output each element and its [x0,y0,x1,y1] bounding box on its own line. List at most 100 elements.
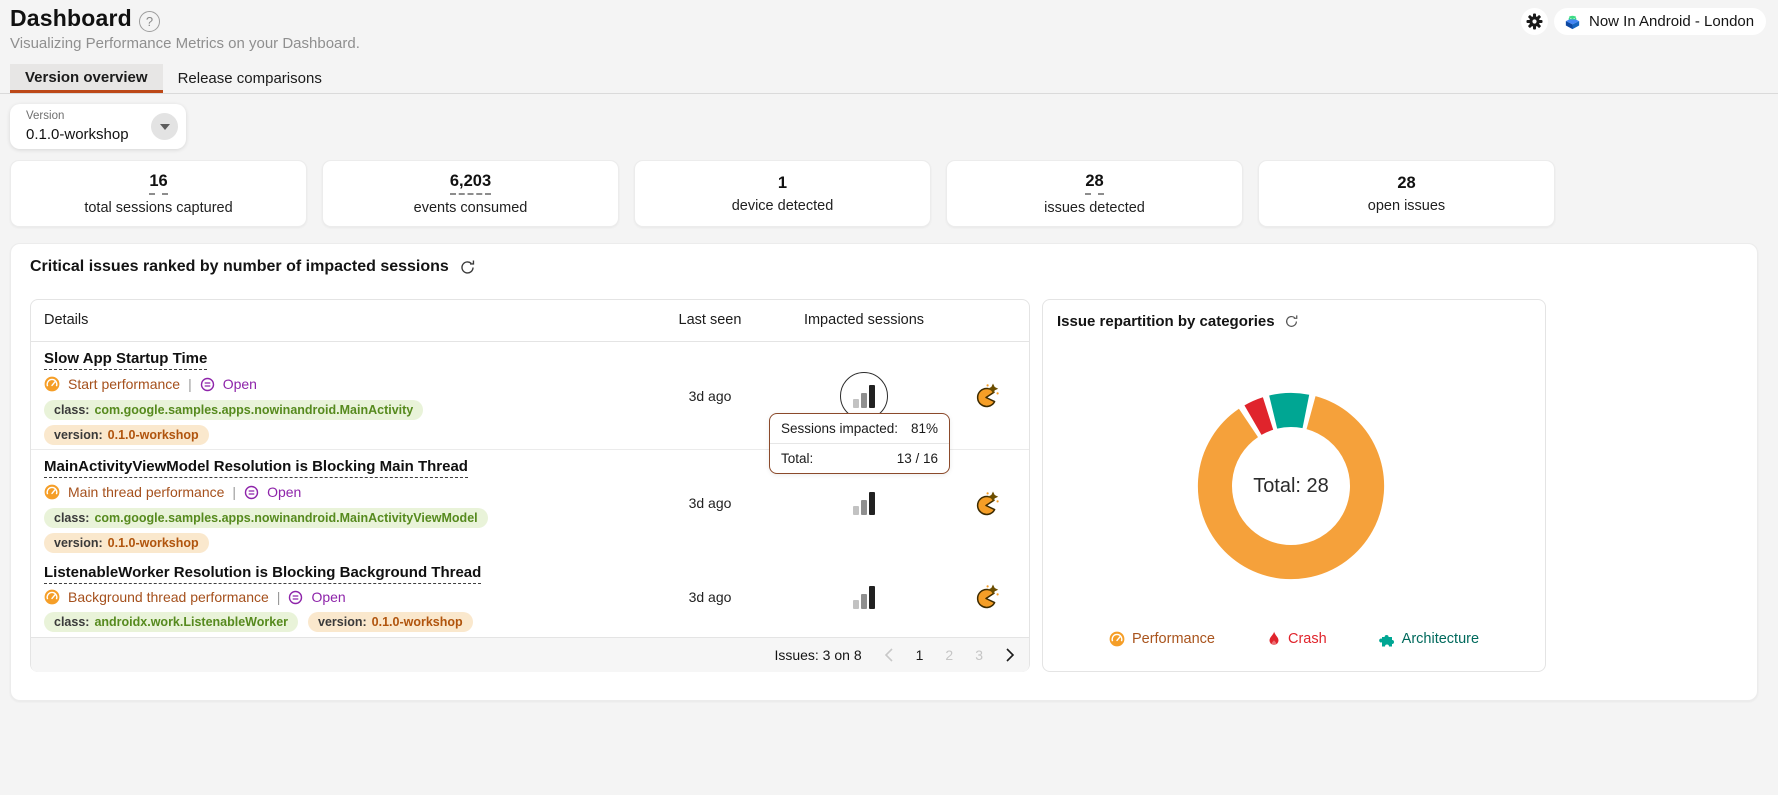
badge-value: 0.1.0-workshop [108,428,199,442]
flame-icon [1267,631,1281,647]
gauge-icon [44,589,60,605]
tab-release-comparisons[interactable]: Release comparisons [163,64,337,93]
meta-separator: | [277,589,281,605]
issue-category: Start performance [68,376,180,392]
stat-label: total sessions captured [84,200,232,216]
project-selector[interactable]: Now In Android - London [1554,8,1766,35]
stat-label: device detected [732,198,834,214]
tooltip-impacted-value: 81% [911,421,938,436]
ai-insight-button[interactable] [946,556,1026,637]
chevron-left-icon [884,648,894,662]
issue-meta: Background thread performance | Open [44,589,346,605]
badge-label: version: [54,428,103,442]
issue-title-link[interactable]: MainActivityViewModel Resolution is Bloc… [44,458,468,478]
categories-heading: Issue repartition by categories [1057,313,1299,330]
puzzle-icon [1379,631,1395,647]
now-in-android-logo [1563,12,1582,31]
class-badge: class: androidx.work.ListenableWorker [44,612,298,632]
donut-segment-architecture[interactable] [1273,410,1306,412]
badge-label: class: [54,615,89,629]
impacted-sessions-cell[interactable] [799,556,929,637]
refresh-categories-button[interactable] [1284,314,1299,329]
legend-label: Crash [1288,631,1327,647]
impacted-sessions-tooltip: Sessions impacted: 81% Total: 13 / 16 [769,413,950,474]
stat-value[interactable]: 28 [1085,172,1103,195]
stat-value[interactable]: 6,203 [450,172,491,195]
ai-insight-button[interactable] [946,450,1026,556]
version-badge: version: 0.1.0-workshop [44,533,209,553]
meta-separator: | [232,484,236,500]
open-status-icon [244,485,259,500]
bar-chart-icon [853,491,875,515]
category-donut[interactable]: Total: 28 [1174,369,1408,603]
version-select[interactable]: Version 0.1.0-workshop [10,104,186,149]
donut-segment-performance[interactable] [1215,413,1367,562]
tooltip-total-label: Total: [781,451,813,466]
badge-label: version: [54,536,103,550]
version-badge: version: 0.1.0-workshop [308,612,473,632]
badge-value: 0.1.0-workshop [108,536,199,550]
tab-version-overview[interactable]: Version overview [10,64,163,93]
stat-card-open-issues: 28 open issues [1258,160,1555,227]
issue-row: ListenableWorker Resolution is Blocking … [31,556,1029,637]
stat-card-sessions: 16 total sessions captured [10,160,307,227]
meta-separator: | [188,376,192,392]
stat-label: open issues [1368,198,1445,214]
page-3[interactable]: 3 [975,647,983,663]
stat-value: 28 [1397,174,1415,193]
last-seen-value: 3d ago [650,556,770,637]
version-badge: version: 0.1.0-workshop [44,425,209,445]
issues-pagination: Issues: 3 on 8 1 2 3 [31,637,1029,672]
issues-table-header: Details Last seen Impacted sessions [31,300,1029,342]
donut-segment-crash[interactable] [1253,413,1268,420]
stat-value: 1 [778,174,787,193]
version-dropdown-button[interactable] [151,113,178,140]
ai-insight-button[interactable] [946,342,1026,449]
categories-title: Issue repartition by categories [1057,313,1275,330]
last-seen-value: 3d ago [650,450,770,556]
page-title: Dashboard [10,5,132,32]
legend-item-architecture[interactable]: Architecture [1379,631,1479,647]
settings-button[interactable] [1521,8,1548,35]
help-icon[interactable]: ? [139,11,160,32]
badge-label: class: [54,511,89,525]
issue-category: Main thread performance [68,484,224,500]
issues-table: Details Last seen Impacted sessions Slow… [30,299,1030,672]
badge-value: 0.1.0-workshop [372,615,463,629]
bar-chart-icon [853,585,875,609]
pacman-sparkle-icon [973,490,1000,517]
page-1[interactable]: 1 [916,647,924,663]
legend-item-performance[interactable]: Performance [1109,631,1215,647]
gauge-icon [1109,631,1125,647]
badge-value: com.google.samples.apps.nowinandroid.Mai… [94,511,477,525]
badge-label: class: [54,403,89,417]
refresh-issues-button[interactable] [459,259,476,276]
page-subtitle: Visualizing Performance Metrics on your … [10,35,360,52]
help-glyph: ? [146,14,153,29]
bar-chart-icon [853,384,875,408]
issue-meta: Start performance | Open [44,376,257,392]
gauge-icon [44,484,60,500]
legend-item-crash[interactable]: Crash [1267,631,1327,647]
tooltip-total-row: Total: 13 / 16 [770,444,949,473]
issue-title-link[interactable]: Slow App Startup Time [44,350,207,370]
last-seen-value: 3d ago [650,342,770,449]
issue-status: Open [267,484,301,500]
column-impacted-sessions: Impacted sessions [799,312,929,328]
prev-page-button[interactable] [884,648,894,662]
open-status-icon [288,590,303,605]
stat-value[interactable]: 16 [149,172,167,195]
issue-status: Open [311,589,345,605]
categories-panel: Issue repartition by categories Total: 2… [1042,299,1546,672]
pacman-sparkle-icon [973,382,1000,409]
gear-icon [1526,13,1543,30]
next-page-button[interactable] [1005,648,1015,662]
stat-label: issues detected [1044,200,1145,216]
refresh-icon [459,259,476,276]
badge-value: com.google.samples.apps.nowinandroid.Mai… [94,403,413,417]
pacman-sparkle-icon [973,583,1000,610]
gauge-icon [44,376,60,392]
issue-title-link[interactable]: ListenableWorker Resolution is Blocking … [44,564,481,584]
page-2[interactable]: 2 [945,647,953,663]
legend-label: Performance [1132,631,1215,647]
